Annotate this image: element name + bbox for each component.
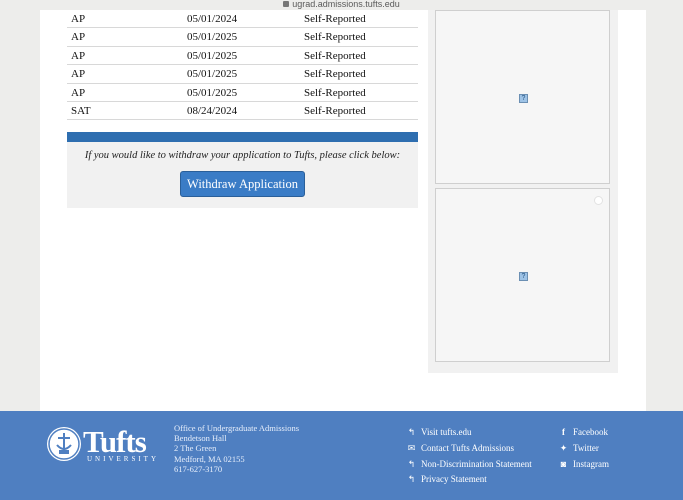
radio-circle-icon: [594, 196, 603, 205]
sidebar: ? ?: [428, 10, 618, 373]
withdraw-application-button[interactable]: Withdraw Application: [180, 171, 305, 197]
envelope-icon: ✉: [407, 442, 416, 453]
instagram-icon: ◙: [560, 458, 567, 469]
test-date: 05/01/2024: [187, 13, 238, 25]
test-name: SAT: [71, 104, 91, 117]
lock-icon: [283, 1, 290, 7]
address-line: 2 The Green: [174, 443, 217, 454]
footer: Tufts UNIVERSITY Office of Undergraduate…: [0, 411, 683, 500]
reply-arrow-icon: ↰: [407, 427, 416, 437]
footer-links: ↰ Visit tufts.edu ✉ Contact Tufts Admissio…: [406, 425, 532, 488]
footer-link-label: Privacy Statement: [421, 474, 487, 485]
footer-link-label: Visit tufts.edu: [421, 427, 472, 437]
reply-arrow-icon: ↰: [407, 474, 416, 485]
facebook-icon: f: [562, 427, 565, 437]
test-status: Self-Reported: [304, 68, 366, 81]
social-link-instagram[interactable]: ◙ Instagram: [558, 457, 609, 473]
footer-link-label: Non-Discrimination Statement: [421, 458, 532, 469]
sidebar-image-slot: ?: [435, 188, 610, 362]
office-address: Office of Undergraduate Admissions Bende…: [174, 423, 299, 474]
social-link-label: Facebook: [573, 427, 608, 437]
social-link-label: Instagram: [573, 458, 609, 469]
table-row: AP 05/01/2025 Self-Reported: [67, 65, 418, 84]
table-row: SAT 08/24/2024 Self-Reported: [67, 102, 418, 121]
url-text: ugrad.admissions.tufts.edu: [292, 0, 400, 9]
table-row: AP 05/01/2024 Self-Reported: [67, 10, 418, 29]
test-date: 05/01/2025: [187, 49, 238, 62]
test-status: Self-Reported: [304, 49, 366, 62]
social-link-facebook[interactable]: f Facebook: [558, 425, 609, 441]
social-link-label: Twitter: [573, 442, 599, 453]
tufts-logo[interactable]: Tufts UNIVERSITY: [47, 424, 162, 475]
footer-link-privacy[interactable]: ↰ Privacy Statement: [406, 472, 532, 488]
test-status: Self-Reported: [304, 104, 366, 117]
test-date: 05/01/2025: [187, 68, 238, 81]
broken-image-icon: ?: [519, 94, 528, 103]
table-row: AP 05/01/2025 Self-Reported: [67, 28, 418, 47]
test-status: Self-Reported: [304, 86, 366, 99]
test-name: AP: [71, 68, 86, 81]
test-date: 08/24/2024: [187, 104, 238, 117]
withdraw-panel: If you would like to withdraw your appli…: [67, 142, 418, 208]
footer-link-contact[interactable]: ✉ Contact Tufts Admissions: [406, 441, 532, 457]
table-row: AP 05/01/2025 Self-Reported: [67, 47, 418, 66]
table-row: AP 05/01/2025 Self-Reported: [67, 84, 418, 102]
sidebar-image-slot: ?: [435, 10, 610, 184]
test-date: 05/01/2025: [187, 86, 238, 99]
social-link-twitter[interactable]: ✦ Twitter: [558, 441, 609, 457]
main-content: AP 05/01/2024 Self-Reported AP 05/01/2025 Se…: [40, 10, 646, 411]
test-status: Self-Reported: [304, 13, 366, 25]
test-name: AP: [71, 13, 86, 25]
social-links: f Facebook ✦ Twitter ◙ Instagram: [558, 425, 609, 472]
footer-link-label: Contact Tufts Admissions: [421, 442, 515, 453]
address-line: Medford, MA 02155: [174, 453, 245, 464]
test-status: Self-Reported: [304, 31, 366, 44]
test-name: AP: [71, 31, 86, 44]
footer-link-non-discrimination[interactable]: ↰ Non-Discrimination Statement: [406, 457, 532, 473]
broken-image-icon: ?: [519, 272, 528, 281]
test-date: 05/01/2025: [187, 31, 238, 44]
withdraw-prompt: If you would like to withdraw your appli…: [84, 150, 401, 161]
address-line: Office of Undergraduate Admissions: [174, 423, 300, 433]
twitter-icon: ✦: [559, 442, 568, 453]
university-wordmark: UNIVERSITY: [87, 455, 159, 463]
section-divider-bar: [67, 132, 418, 142]
test-scores-table: AP 05/01/2024 Self-Reported AP 05/01/2025 Se…: [67, 10, 418, 121]
footer-link-visit-tufts[interactable]: ↰ Visit tufts.edu: [406, 425, 532, 441]
tufts-seal-icon: [47, 427, 81, 461]
address-line: Bendetson Hall: [174, 433, 227, 444]
test-name: AP: [71, 49, 86, 62]
address-bar[interactable]: ugrad.admissions.tufts.edu: [0, 0, 683, 10]
phone-number: 617-627-3170: [174, 463, 223, 474]
reply-arrow-icon: ↰: [407, 458, 416, 469]
test-name: AP: [71, 86, 86, 99]
